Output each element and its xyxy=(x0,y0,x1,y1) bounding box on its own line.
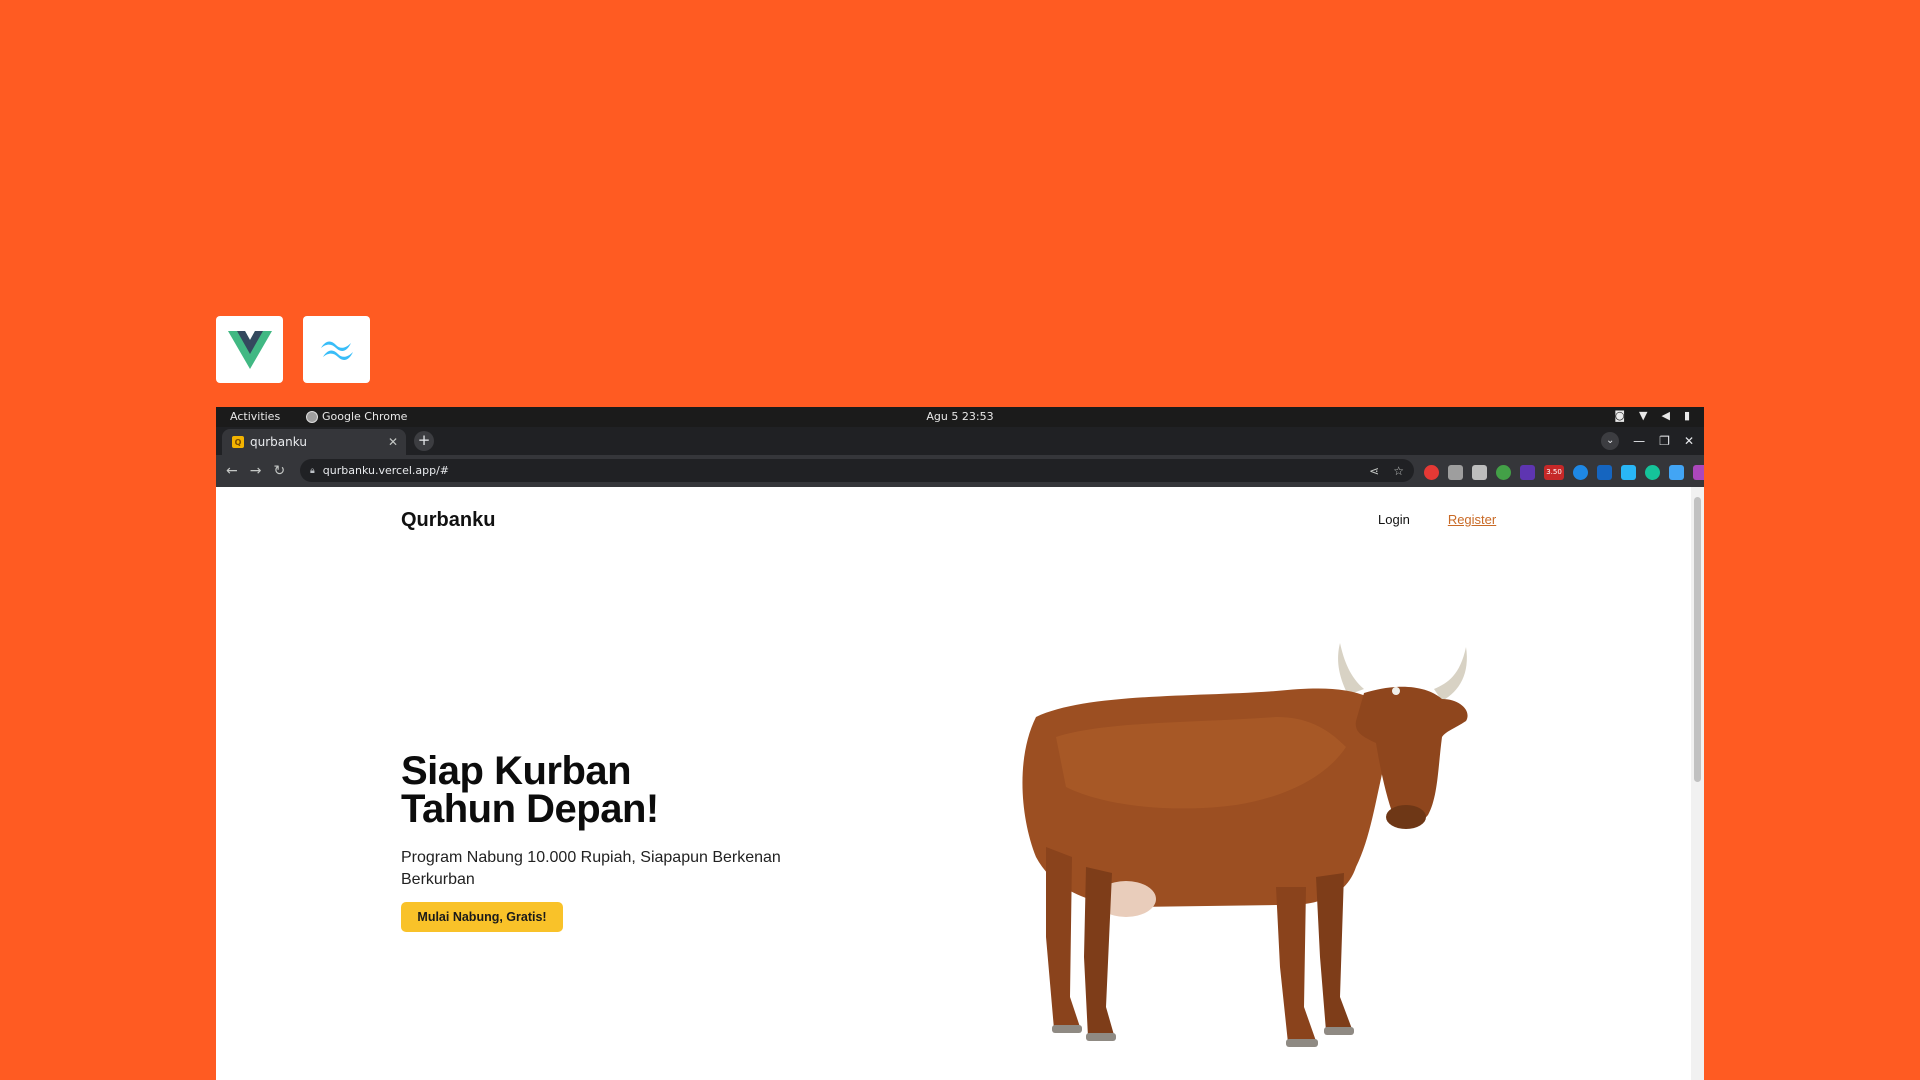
window-controls: ⌄ — ❐ ✕ xyxy=(1601,432,1694,450)
bookmark-star-icon[interactable]: ☆ xyxy=(1393,464,1404,478)
os-top-bar: Activities Google Chrome Agu 5 23:53 ◙ ▼… xyxy=(216,407,1704,427)
system-tray[interactable]: ◙ ▼ ◀ ▮ xyxy=(1614,409,1690,422)
close-window-icon[interactable]: ✕ xyxy=(1684,434,1694,448)
favicon-icon: Q xyxy=(232,436,244,448)
volume-icon: ◀ xyxy=(1661,409,1670,422)
discord-icon: ◙ xyxy=(1614,409,1625,422)
colorful-icon[interactable] xyxy=(1693,464,1704,480)
back-icon[interactable]: ← xyxy=(226,463,238,479)
tailwind-logo-tile xyxy=(303,316,370,383)
tab-strip: Q qurbanku ✕ + ⌄ — ❐ ✕ xyxy=(216,427,1704,455)
page-scrollbar[interactable] xyxy=(1691,487,1704,1080)
heart-icon[interactable] xyxy=(1621,464,1636,480)
page-viewport: Qurbanku Login Register Siap Kurban Tahu… xyxy=(216,487,1704,1080)
extensions-row: 3.50⋮ xyxy=(1424,463,1704,481)
lock-icon[interactable]: 🔒︎ xyxy=(310,466,315,476)
tab-title: qurbanku xyxy=(250,435,307,449)
login-link[interactable]: Login xyxy=(1378,512,1410,527)
tailwind-icon xyxy=(320,341,353,360)
tab-search-icon[interactable]: ⌄ xyxy=(1601,432,1620,450)
browser-toolbar: ← → ↻ 🔒︎ qurbanku.vercel.app/# ⋖ ☆ 3.50⋮ xyxy=(216,455,1704,487)
book-icon[interactable] xyxy=(1669,464,1684,480)
activities-button[interactable]: Activities xyxy=(230,410,280,423)
translate-icon[interactable] xyxy=(1573,464,1588,480)
minimize-icon[interactable]: — xyxy=(1633,434,1645,448)
url-text[interactable]: qurbanku.vercel.app/# xyxy=(323,464,1369,477)
site-brand[interactable]: Qurbanku xyxy=(401,509,495,532)
close-tab-icon[interactable]: ✕ xyxy=(388,435,398,449)
red-circle-icon[interactable] xyxy=(1424,464,1439,480)
chat-badge-icon[interactable] xyxy=(1597,464,1612,480)
forward-icon[interactable]: → xyxy=(250,463,262,479)
vue-icon xyxy=(227,330,272,369)
start-saving-button[interactable]: Mulai Nabung, Gratis! xyxy=(401,902,563,932)
address-bar[interactable]: 🔒︎ qurbanku.vercel.app/# ⋖ ☆ xyxy=(300,459,1414,482)
share-icon[interactable]: ⋖ xyxy=(1369,464,1379,478)
desktop-window: Activities Google Chrome Agu 5 23:53 ◙ ▼… xyxy=(216,407,1704,1080)
cow-illustration xyxy=(1022,643,1468,1047)
hero-subtitle: Program Nabung 10.000 Rupiah, Siapapun B… xyxy=(401,849,781,888)
headline-line-2: Tahun Depan! xyxy=(401,787,659,831)
app-name: Google Chrome xyxy=(322,410,408,423)
triangle-icon[interactable] xyxy=(1496,464,1511,480)
battery-icon: ▮ xyxy=(1683,409,1690,422)
new-tab-button[interactable]: + xyxy=(414,431,434,451)
scrollbar-thumb[interactable] xyxy=(1694,497,1701,782)
browser-tab[interactable]: Q qurbanku ✕ xyxy=(222,429,406,455)
reload-icon[interactable]: ↻ xyxy=(273,463,285,479)
purple-badge-icon[interactable] xyxy=(1520,464,1535,480)
register-link[interactable]: Register xyxy=(1448,512,1496,527)
restore-icon[interactable]: ❐ xyxy=(1659,434,1670,448)
wifi-icon: ▼ xyxy=(1639,409,1648,422)
app-menu[interactable]: Google Chrome xyxy=(306,410,407,423)
price-badge-icon[interactable]: 3.50 xyxy=(1544,464,1564,480)
site-nav: Login Register xyxy=(1378,512,1496,527)
card-icon[interactable] xyxy=(1448,464,1463,480)
clock[interactable]: Agu 5 23:53 xyxy=(926,410,993,423)
vue-logo-tile xyxy=(216,316,283,383)
chrome-icon xyxy=(306,410,318,423)
camera-icon[interactable] xyxy=(1472,464,1487,480)
hero-headline: Siap Kurban Tahun Depan! xyxy=(401,751,659,831)
grammarly-icon[interactable] xyxy=(1645,464,1660,480)
